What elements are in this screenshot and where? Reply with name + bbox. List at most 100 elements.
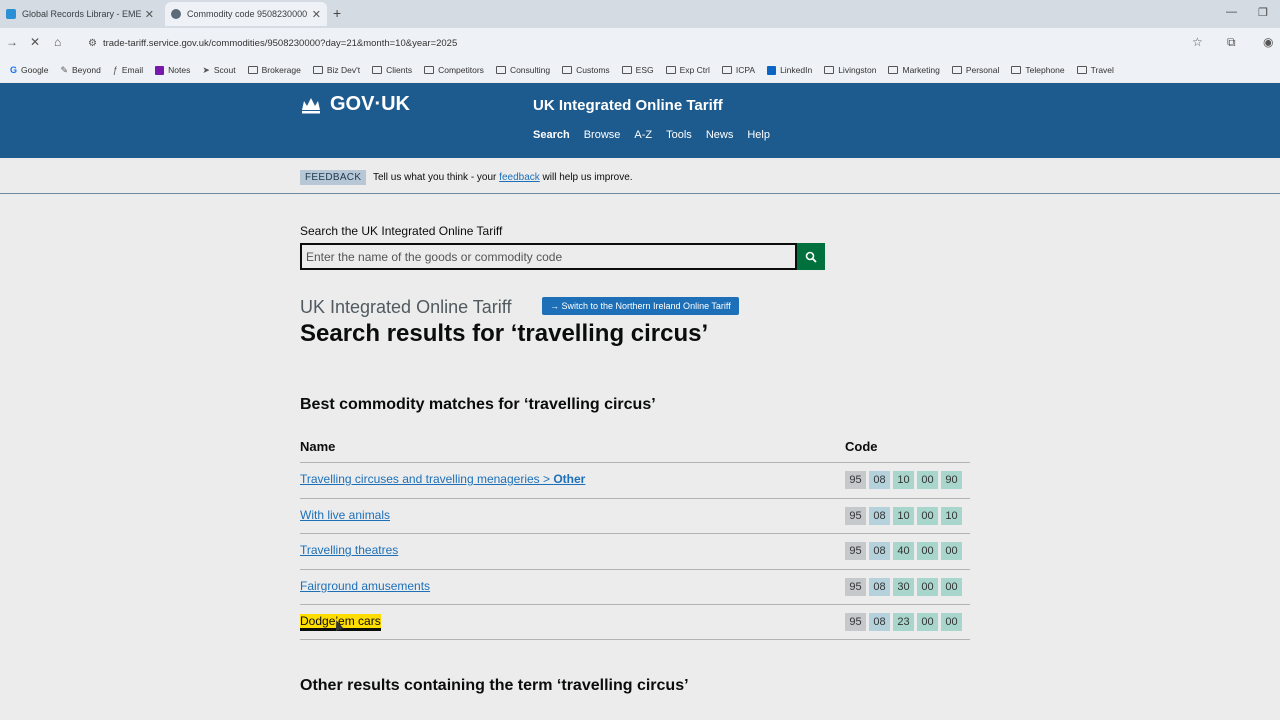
nav-tools[interactable]: Tools: [666, 129, 692, 141]
other-results-heading: Other results containing the term ‘trave…: [300, 677, 689, 694]
bookmark-competitors[interactable]: Competitors: [424, 65, 484, 75]
result-link[interactable]: Travelling theatres: [300, 543, 398, 557]
result-link[interactable]: With live animals: [300, 508, 390, 522]
service-name[interactable]: UK Integrated Online Tariff: [533, 97, 723, 114]
restore-icon[interactable]: ❐: [1258, 6, 1268, 19]
code-segment: 95: [845, 506, 866, 525]
folder-icon: [665, 66, 676, 74]
extensions-icon[interactable]: ⧉: [1227, 35, 1236, 50]
bookmark-telephone[interactable]: Telephone: [1011, 65, 1065, 75]
folder-icon: [951, 66, 962, 74]
url-field[interactable]: ⚙ trade-tariff.service.gov.uk/commoditie…: [84, 32, 1214, 54]
folder-icon: [562, 66, 573, 74]
new-tab-icon[interactable]: +: [333, 5, 341, 21]
bookmark-consulting[interactable]: Consulting: [495, 65, 550, 75]
bookmark-esg[interactable]: ESG: [621, 65, 654, 75]
bookmark-icpa[interactable]: ICPA: [721, 65, 756, 75]
profile-icon[interactable]: ◉: [1263, 35, 1273, 49]
bookmark-beyond[interactable]: ✎ Beyond: [60, 65, 100, 76]
govuk-logo[interactable]: GOV·UK: [300, 93, 410, 116]
bookmark-label: Exp Ctrl: [679, 65, 710, 75]
nav-a-z[interactable]: A-Z: [634, 129, 652, 141]
result-link[interactable]: Travelling circuses and travelling menag…: [300, 472, 585, 486]
bookmark-label: Scout: [213, 65, 236, 75]
bookmark-label: Email: [121, 65, 144, 75]
code-segment: 00: [941, 542, 962, 561]
tab-commodity-code[interactable]: Commodity code 9508230000: ✕: [165, 2, 327, 26]
bookmark-clients[interactable]: Clients: [372, 65, 412, 75]
nav-news[interactable]: News: [706, 129, 734, 141]
service-navigation: Search Browse A-Z Tools News Help: [533, 129, 770, 141]
bookmark-customs[interactable]: Customs: [562, 65, 610, 75]
search-input[interactable]: Enter the name of the goods or commodity…: [300, 243, 797, 270]
bookmark-linkedin[interactable]: LinkedIn: [767, 65, 812, 75]
switch-to-ni-tariff-button[interactable]: → Switch to the Northern Ireland Online …: [542, 297, 739, 315]
bookmarks-bar: G Google ✎ Beyond ƒ Email Notes ➤ Scout Brok…: [0, 58, 1280, 82]
nav-help[interactable]: Help: [747, 129, 770, 141]
close-tab-icon[interactable]: ✕: [145, 8, 154, 21]
folder-icon: [372, 66, 383, 74]
bookmark-label: Google: [21, 65, 49, 75]
code-segment: 95: [845, 613, 866, 632]
folder-icon: [621, 66, 632, 74]
table-row: Dodge’em cars 95 08 23 00 00: [300, 604, 970, 640]
minimize-icon[interactable]: —: [1226, 6, 1237, 18]
bookmark-email[interactable]: ƒ Email: [113, 65, 143, 75]
bookmark-star-icon[interactable]: ☆: [1192, 35, 1203, 49]
bookmark-brokerage[interactable]: Brokerage: [247, 65, 301, 75]
bookmark-scout[interactable]: ➤ Scout: [202, 65, 235, 76]
column-header-name: Name: [300, 439, 336, 454]
site-info-icon[interactable]: ⚙: [88, 38, 97, 49]
result-link[interactable]: Fairground amusements: [300, 579, 430, 593]
folder-icon: [1011, 66, 1022, 74]
search-button[interactable]: [797, 243, 825, 270]
code-segment: 10: [893, 506, 914, 525]
bookmark-label: ICPA: [735, 65, 756, 75]
bookmark-notes[interactable]: Notes: [155, 65, 190, 75]
table-row: Travelling circuses and travelling menag…: [300, 462, 970, 498]
nav-browse[interactable]: Browse: [584, 129, 621, 141]
nav-search[interactable]: Search: [533, 129, 570, 141]
table-row: With live animals 95 08 10 00 10: [300, 497, 970, 534]
bookmark-label: Brokerage: [261, 65, 301, 75]
folder-icon: [721, 66, 732, 74]
commodity-code: 95 08 40 00 00: [845, 542, 962, 561]
sharepoint-icon: [6, 9, 16, 19]
bookmark-label: ESG: [635, 65, 654, 75]
folder-icon: [312, 66, 323, 74]
code-segment: 08: [869, 613, 890, 632]
code-segment: 08: [869, 542, 890, 561]
commodity-code: 95 08 30 00 00: [845, 577, 962, 596]
code-segment: 90: [941, 471, 962, 489]
bookmark-label: Notes: [168, 65, 191, 75]
linkedin-icon: [767, 65, 777, 75]
folder-icon: [247, 66, 258, 74]
forward-icon[interactable]: →: [6, 35, 18, 49]
bookmark-label: Travel: [1090, 65, 1114, 75]
bookmark-livingston[interactable]: Livingston: [824, 65, 876, 75]
crown-favicon-icon: [171, 9, 181, 19]
code-segment: 08: [869, 471, 890, 489]
bookmark-marketing[interactable]: Marketing: [888, 65, 940, 75]
commodity-code: 95 08 10 00 10: [845, 506, 962, 525]
bookmark-personal[interactable]: Personal: [951, 65, 999, 75]
home-icon[interactable]: ⌂: [54, 35, 61, 49]
close-tab-icon[interactable]: ✕: [312, 8, 321, 21]
code-segment: 95: [845, 577, 866, 596]
code-segment: 00: [917, 577, 938, 596]
bookmark-travel[interactable]: Travel: [1076, 65, 1114, 75]
folder-icon: [888, 66, 899, 74]
tab-global-records[interactable]: Global Records Library - EMEA ✕: [0, 2, 160, 26]
code-segment: 00: [917, 471, 938, 489]
folder-icon: [495, 66, 506, 74]
bookmark-google[interactable]: G Google: [10, 65, 48, 75]
bookmark-label: Marketing: [902, 65, 940, 75]
bookmark-expctrl[interactable]: Exp Ctrl: [665, 65, 710, 75]
code-segment: 00: [941, 613, 962, 632]
bookmark-bizdev[interactable]: Biz Dev't: [312, 65, 360, 75]
tab-strip: Global Records Library - EMEA ✕ Commodit…: [0, 0, 1280, 28]
send-icon: ➤: [202, 64, 210, 75]
stop-loading-icon[interactable]: ✕: [30, 35, 40, 49]
page-title: Search results for ‘travelling circus’: [300, 320, 709, 347]
feedback-link[interactable]: feedback: [499, 172, 540, 183]
